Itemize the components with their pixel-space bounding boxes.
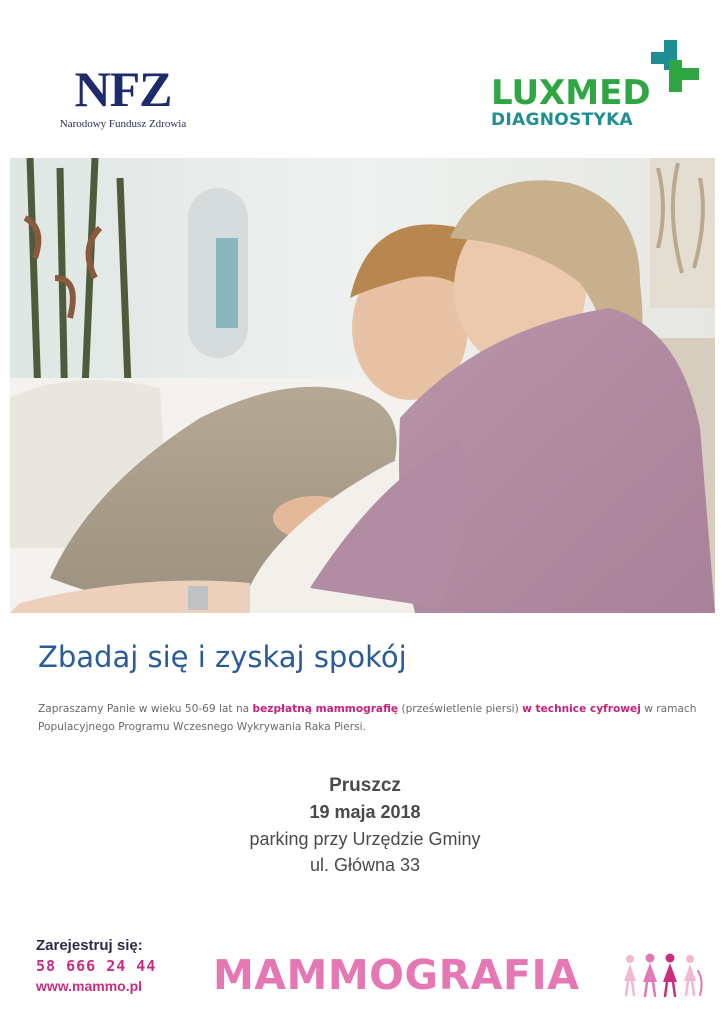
nfz-logo-mark: NFZ [74, 61, 173, 117]
registration-info: Zarejestruj się: 58 666 24 44 www.mammo.… [36, 936, 206, 996]
intro-text-1: Zapraszamy Panie w wieku 50-69 lat na [38, 703, 253, 715]
intro-text-2: (prześwietlenie piersi) [398, 703, 523, 715]
luxmed-logo: LUXMED DIAGNOSTYKA [487, 40, 702, 135]
program-name: MAMMOGRAFIA [213, 951, 580, 999]
nfz-logo: NFZ Narodowy Fundusz Zdrowia [28, 62, 218, 130]
luxmed-logo-subtitle: DIAGNOSTYKA [491, 110, 634, 130]
headline: Zbadaj się i zyskaj spokój [38, 640, 407, 674]
intro-highlight-free-mammography: bezpłatną mammografię [252, 703, 399, 715]
event-details: Pruszcz 19 maja 2018 parking przy Urzędz… [150, 772, 580, 878]
intro-highlight-digital: w technice cyfrowej [522, 703, 641, 715]
hero-photo-illustration [10, 158, 715, 613]
luxmed-logo-word: LUXMED [491, 73, 651, 113]
nfz-logo-subtitle: Narodowy Fundusz Zdrowia [59, 118, 187, 130]
event-date: 19 maja 2018 [309, 802, 421, 822]
hero-photo [10, 158, 715, 613]
registration-phone[interactable]: 58 666 24 44 [36, 956, 206, 976]
luxmed-cross-icon [651, 40, 699, 92]
intro-paragraph: Zapraszamy Panie w wieku 50-69 lat na be… [38, 700, 708, 736]
event-street: ul. Główna 33 [309, 855, 421, 875]
event-place: parking przy Urzędzie Gminy [249, 829, 481, 849]
women-figures-icon [624, 953, 703, 997]
registration-url[interactable]: www.mammo.pl [36, 976, 206, 996]
event-city: Pruszcz [329, 775, 401, 796]
registration-label: Zarejestruj się: [36, 937, 143, 954]
